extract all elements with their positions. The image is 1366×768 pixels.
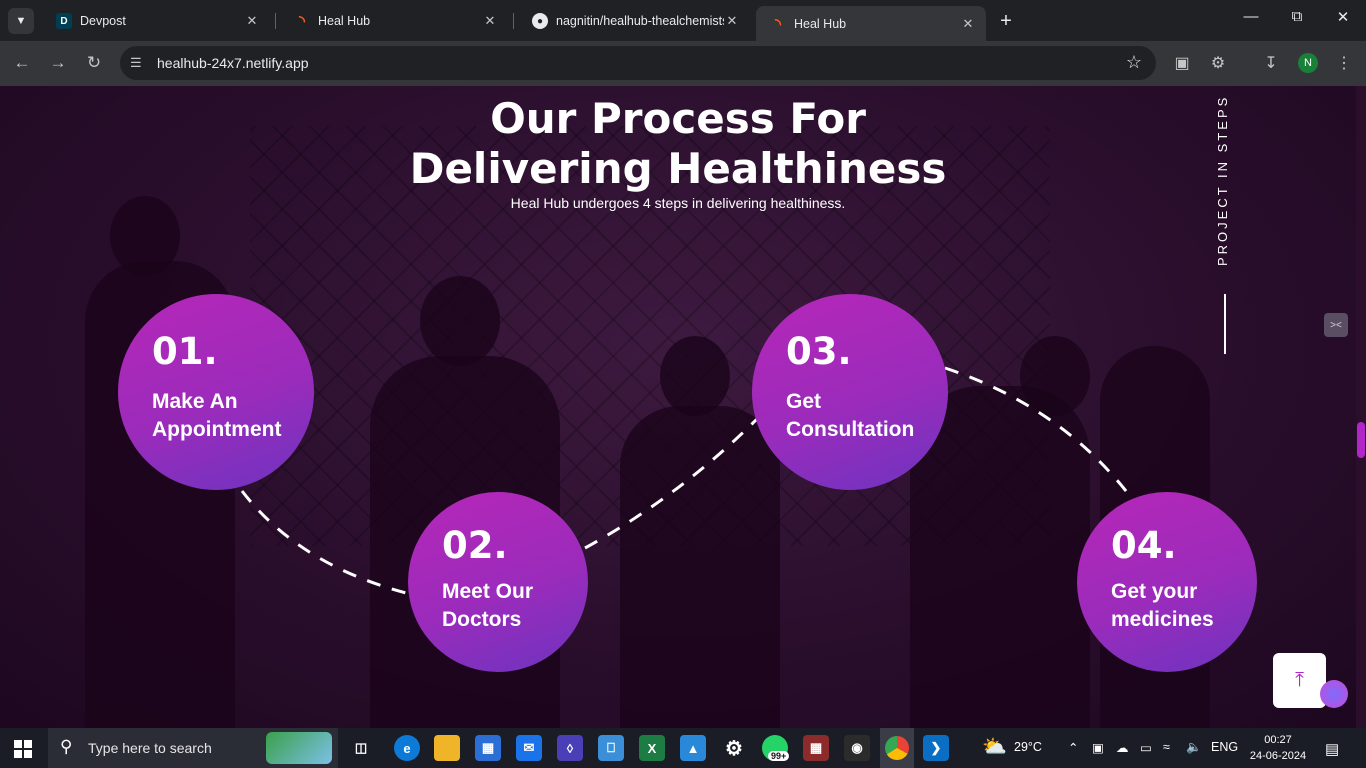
tab-github-repo[interactable]: ● nagnitin/healhub-thealchemists ✕ — [518, 6, 750, 36]
step-label-line2: Appointment — [152, 418, 282, 441]
scroll-to-top-button[interactable]: ⤒ — [1273, 653, 1326, 708]
clock-time: 00:27 — [1264, 734, 1292, 746]
step-number: 02. — [442, 524, 508, 567]
step-card-2: 02. Meet Our Doctors — [408, 492, 588, 672]
close-tab-icon[interactable]: ✕ — [244, 13, 260, 29]
tab-title: Devpost — [80, 14, 126, 28]
dev-app-icon[interactable]: ◊ — [557, 735, 583, 761]
step-label-line2: medicines — [1111, 608, 1214, 631]
netlify-spinner-icon: ◝ — [775, 15, 781, 33]
tab-title: Heal Hub — [318, 14, 371, 28]
browser-tab-bar: ▼ D Devpost ✕ ◝ Heal Hub ✕ ● nagnitin/he… — [0, 0, 1366, 41]
minimize-icon[interactable]: — — [1228, 8, 1274, 25]
vscode-icon[interactable]: ❯ — [923, 735, 949, 761]
step-number: 01. — [152, 330, 218, 373]
profile-avatar[interactable]: N — [1298, 53, 1318, 73]
back-arrow-icon[interactable]: ← — [10, 53, 34, 73]
wifi-icon[interactable]: ≈ — [1163, 740, 1170, 754]
notification-center-icon[interactable]: ▤ — [1325, 740, 1339, 758]
clock-date: 24-06-2024 — [1249, 750, 1307, 762]
whatsapp-icon[interactable]: 99+ — [762, 735, 790, 761]
excel-icon[interactable]: X — [639, 735, 665, 761]
menu-kebab-icon[interactable]: ⋮ — [1333, 53, 1355, 73]
puzzle-extensions-icon[interactable]: ⚙ — [1207, 53, 1229, 73]
windows-taskbar: ⚲ Type here to search ◫ e ▦ ✉ ◊ ⎕ X ▲ ⚙ … — [0, 728, 1366, 768]
process-section: Our Process For Delivering Healthiness H… — [0, 86, 1356, 728]
volume-icon[interactable]: 🔈 — [1186, 740, 1202, 755]
page-scrollbar[interactable] — [1356, 86, 1366, 728]
scrollbar-thumb[interactable] — [1357, 422, 1365, 458]
arrow-up-icon: ⤒ — [1295, 669, 1304, 691]
tray-chevron-up-icon[interactable]: ⌃ — [1068, 740, 1078, 755]
site-info-icon[interactable]: ☰ — [130, 55, 142, 71]
remote-desktop-icon[interactable]: ⎕ — [598, 735, 624, 761]
step-label-line2: Doctors — [442, 608, 522, 631]
tab-devpost[interactable]: D Devpost ✕ — [42, 6, 270, 36]
step-number: 03. — [786, 330, 852, 373]
whatsapp-badge: 99+ — [768, 751, 790, 761]
meet-now-icon[interactable]: ▣ — [1092, 740, 1104, 755]
close-tab-icon[interactable]: ✕ — [960, 16, 976, 32]
search-placeholder: Type here to search — [88, 740, 212, 756]
step-card-3: 03. Get Consultation — [752, 294, 948, 490]
address-bar[interactable]: ☰ healhub-24x7.netlify.app ☆ — [120, 46, 1156, 80]
search-icon: ⚲ — [60, 737, 73, 756]
netlify-spinner-icon: ◝ — [299, 13, 305, 30]
tab-search-button[interactable]: ▼ — [8, 8, 34, 34]
tab-title: Heal Hub — [794, 16, 847, 31]
mail-icon[interactable]: ✉ — [516, 735, 542, 761]
forward-arrow-icon[interactable]: → — [46, 53, 70, 73]
step-label-line1: Meet Our — [442, 580, 534, 603]
step-label-line1: Make An — [152, 390, 238, 413]
network-icon[interactable]: ☁ — [1116, 740, 1129, 755]
step-number: 04. — [1111, 524, 1177, 567]
edge-browser-icon[interactable]: e — [394, 735, 420, 761]
address-url[interactable]: healhub-24x7.netlify.app — [157, 55, 309, 71]
photos-icon[interactable]: ▲ — [680, 735, 706, 761]
winrar-icon[interactable]: ▦ — [803, 735, 829, 761]
settings-gear-icon[interactable]: ⚙ — [721, 735, 747, 761]
close-tab-icon[interactable]: ✕ — [724, 13, 740, 29]
browser-toolbar: ← → ↻ ☰ healhub-24x7.netlify.app ☆ ▣ ⚙ ↧… — [0, 41, 1366, 86]
windows-start-icon[interactable] — [14, 740, 32, 758]
restore-icon[interactable]: ⧉ — [1274, 8, 1320, 25]
bookmark-star-icon[interactable]: ☆ — [1126, 52, 1142, 73]
step-card-4: 04. Get your medicines — [1077, 492, 1257, 672]
ai-app-icon[interactable]: ◉ — [844, 735, 870, 761]
weather-cloud-icon[interactable]: ⛅ — [982, 734, 1007, 759]
step-label-line1: Get — [786, 390, 822, 413]
tab-heal-hub-active[interactable]: ◝ Heal Hub ✕ — [756, 6, 986, 41]
github-icon: ● — [532, 13, 548, 29]
search-highlight-image — [266, 732, 332, 764]
new-tab-plus-icon[interactable]: + — [996, 10, 1016, 33]
taskbar-search-box[interactable]: ⚲ Type here to search — [48, 728, 338, 768]
tab-heal-hub[interactable]: ◝ Heal Hub ✕ — [280, 6, 508, 36]
window-close-icon[interactable]: ✕ — [1320, 8, 1366, 26]
step-label-line2: Consultation — [786, 418, 915, 441]
task-view-icon[interactable]: ◫ — [348, 735, 374, 761]
taskbar-clock[interactable]: 00:27 24-06-2024 — [1248, 732, 1308, 764]
close-tab-icon[interactable]: ✕ — [482, 13, 498, 29]
devpost-favicon-icon: D — [56, 13, 72, 29]
chrome-icon[interactable] — [880, 728, 914, 768]
tab-title: nagnitin/healhub-thealchemists — [556, 14, 724, 28]
extension-icon[interactable]: ▣ — [1171, 53, 1193, 73]
file-explorer-icon[interactable] — [434, 735, 460, 761]
step-label-line1: Get your — [1111, 580, 1198, 603]
download-icon[interactable]: ↧ — [1260, 53, 1282, 73]
floating-widget-icon[interactable]: >< — [1324, 313, 1348, 337]
weather-temp[interactable]: 29°C — [1014, 740, 1042, 754]
reload-icon[interactable]: ↻ — [82, 53, 106, 73]
ai-assistant-brain-icon[interactable] — [1320, 680, 1348, 708]
ms-store-icon[interactable]: ▦ — [475, 735, 501, 761]
step-card-1: 01. Make An Appointment — [118, 294, 314, 490]
language-indicator[interactable]: ENG — [1211, 740, 1238, 754]
battery-icon[interactable]: ▭ — [1140, 740, 1152, 755]
